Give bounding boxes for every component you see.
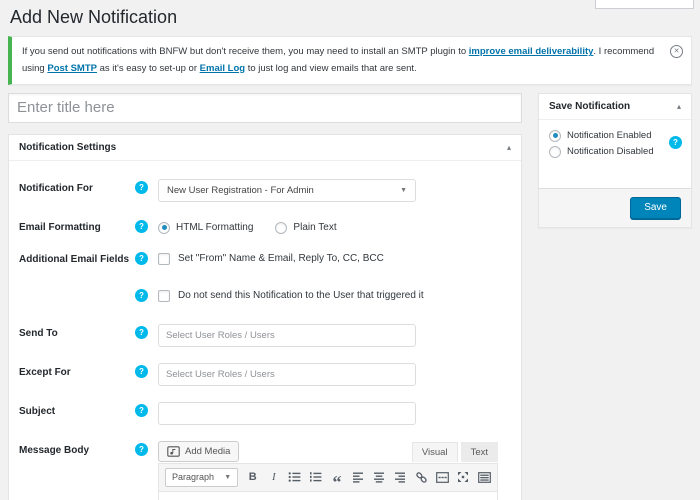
- field-row-except-for: Except For ?: [19, 362, 511, 386]
- save-notification-panel: Save Notification ▴ Notification Enabled…: [538, 92, 692, 228]
- save-footer: Save: [539, 187, 691, 227]
- align-center-icon[interactable]: [373, 469, 386, 485]
- help-icon[interactable]: ?: [135, 251, 148, 265]
- field-label: Except For: [19, 366, 71, 378]
- email-log-link[interactable]: Email Log: [200, 63, 245, 74]
- panel-title: Notification Settings: [19, 141, 117, 153]
- italic-icon[interactable]: I: [267, 469, 280, 485]
- selected-option: New User Registration - For Admin: [167, 184, 314, 196]
- checkbox-label: Do not send this Notification to the Use…: [178, 290, 424, 302]
- field-row-notification-for: Notification For ? New User Registration…: [19, 178, 511, 202]
- help-icon[interactable]: ?: [135, 442, 148, 456]
- numbered-list-icon[interactable]: [309, 469, 322, 485]
- read-more-tag-icon[interactable]: [435, 469, 449, 485]
- field-row-subject: Subject ?: [19, 401, 511, 425]
- send-to-input[interactable]: [158, 323, 416, 347]
- field-label-spacer: [19, 287, 135, 291]
- checkbox-icon: [158, 252, 170, 265]
- notice-text: to just log and view emails that are sen…: [245, 62, 417, 74]
- tab-visual[interactable]: Visual: [411, 441, 458, 462]
- notification-for-select[interactable]: New User Registration - For Admin ▼: [158, 178, 416, 202]
- radio-unselected-icon: [275, 221, 288, 234]
- side-column: Save Notification ▴ Notification Enabled…: [538, 92, 692, 228]
- collapse-icon: ▴: [676, 101, 681, 111]
- help-icon[interactable]: ?: [135, 403, 148, 417]
- field-label: Additional Email Fields: [19, 253, 130, 265]
- radio-label: HTML Formatting: [176, 222, 254, 234]
- radio-plain-text[interactable]: Plain Text: [275, 221, 337, 234]
- main-column: Notification Settings ▴ Notification For…: [8, 92, 522, 500]
- field-label: Message Body: [19, 444, 90, 456]
- radio-notification-enabled[interactable]: Notification Enabled: [549, 129, 681, 142]
- improve-email-deliverability-link[interactable]: improve email deliverability: [469, 46, 594, 57]
- help-icon[interactable]: ?: [135, 180, 148, 194]
- content-columns: Notification Settings ▴ Notification For…: [0, 85, 700, 500]
- align-left-icon[interactable]: [352, 469, 365, 485]
- fullscreen-icon[interactable]: [457, 469, 470, 485]
- help-icon[interactable]: ?: [135, 219, 148, 233]
- radio-label: Notification Disabled: [567, 146, 654, 158]
- field-row-message-body: Message Body Need some more help? ?: [19, 440, 511, 500]
- chevron-down-icon: ▼: [224, 473, 232, 481]
- help-icon[interactable]: ?: [135, 288, 148, 302]
- tab-text[interactable]: Text: [460, 441, 498, 462]
- checkbox-set-from-fields[interactable]: Set "From" Name & Email, Reply To, CC, B…: [158, 250, 511, 265]
- field-row-additional-email-fields: Additional Email Fields ? Set "From" Nam…: [19, 250, 511, 265]
- radio-selected-icon: [549, 129, 561, 142]
- radio-label: Plain Text: [293, 222, 337, 234]
- blockquote-icon[interactable]: “: [330, 469, 343, 491]
- screen-options-button[interactable]: Screen Options ▾: [595, 0, 694, 9]
- editor-toolbar: Paragraph ▼ B I “: [158, 462, 498, 492]
- help-icon[interactable]: ?: [135, 364, 148, 378]
- paragraph-label: Paragraph: [172, 472, 215, 483]
- radio-notification-disabled[interactable]: Notification Disabled: [549, 145, 681, 158]
- checkbox-do-not-send-to-trigger-user[interactable]: Do not send this Notification to the Use…: [158, 287, 511, 302]
- radio-unselected-icon: [549, 145, 561, 158]
- checkbox-icon: [158, 289, 170, 302]
- notification-settings-panel: Notification Settings ▴ Notification For…: [8, 133, 522, 500]
- subject-input[interactable]: [158, 401, 416, 425]
- align-right-icon[interactable]: [394, 469, 407, 485]
- field-row-email-formatting: Email Formatting ? HTML Formatting Plain…: [19, 218, 511, 234]
- paragraph-dropdown[interactable]: Paragraph ▼: [165, 467, 239, 487]
- collapse-icon: ▴: [506, 142, 511, 152]
- field-row-do-not-send: ? Do not send this Notification to the U…: [19, 287, 511, 302]
- message-body-textarea[interactable]: [158, 491, 498, 500]
- message-body-editor: Add Media Visual Text Paragraph ▼ B I “: [158, 440, 498, 500]
- except-for-input[interactable]: [158, 362, 416, 386]
- add-media-button[interactable]: Add Media: [158, 440, 240, 462]
- field-label: Notification For: [19, 182, 93, 194]
- help-icon[interactable]: ?: [135, 325, 148, 339]
- help-icon[interactable]: ?: [669, 135, 682, 149]
- field-row-send-to: Send To ?: [19, 323, 511, 347]
- field-label: Subject: [19, 405, 56, 417]
- wordpress-admin-screen: Screen Options ▾ Add New Notification If…: [0, 0, 700, 500]
- notification-settings-body: Notification For ? New User Registration…: [9, 161, 521, 500]
- close-icon: ✕: [673, 48, 680, 56]
- save-notification-header[interactable]: Save Notification ▴: [539, 94, 691, 120]
- insert-link-icon[interactable]: [415, 469, 428, 485]
- field-label: Email Formatting: [19, 221, 101, 233]
- notification-title-input[interactable]: [8, 92, 522, 123]
- bullet-list-icon[interactable]: [288, 469, 301, 485]
- smtp-notice: If you send out notifications with BNFW …: [8, 36, 692, 85]
- post-smtp-link[interactable]: Post SMTP: [47, 63, 97, 74]
- radio-label: Notification Enabled: [567, 130, 652, 142]
- notification-settings-header[interactable]: Notification Settings ▴: [9, 135, 521, 161]
- save-notification-body: Notification Enabled Notification Disabl…: [539, 120, 691, 158]
- checkbox-label: Set "From" Name & Email, Reply To, CC, B…: [178, 253, 384, 265]
- toolbar-toggle-icon[interactable]: [478, 469, 491, 485]
- media-icon: [167, 445, 180, 457]
- bold-icon[interactable]: B: [246, 469, 259, 485]
- notice-text: as it's easy to set-up or: [96, 62, 200, 74]
- radio-html-formatting[interactable]: HTML Formatting: [158, 221, 254, 234]
- radio-selected-icon: [158, 221, 170, 234]
- save-button[interactable]: Save: [630, 196, 681, 219]
- chevron-down-icon: ▼: [400, 186, 407, 194]
- field-label: Send To: [19, 327, 58, 339]
- panel-title: Save Notification: [549, 100, 631, 112]
- dismiss-notice-button[interactable]: ✕: [670, 45, 683, 59]
- add-media-label: Add Media: [185, 445, 231, 457]
- notice-text: If you send out notifications with BNFW …: [22, 46, 469, 58]
